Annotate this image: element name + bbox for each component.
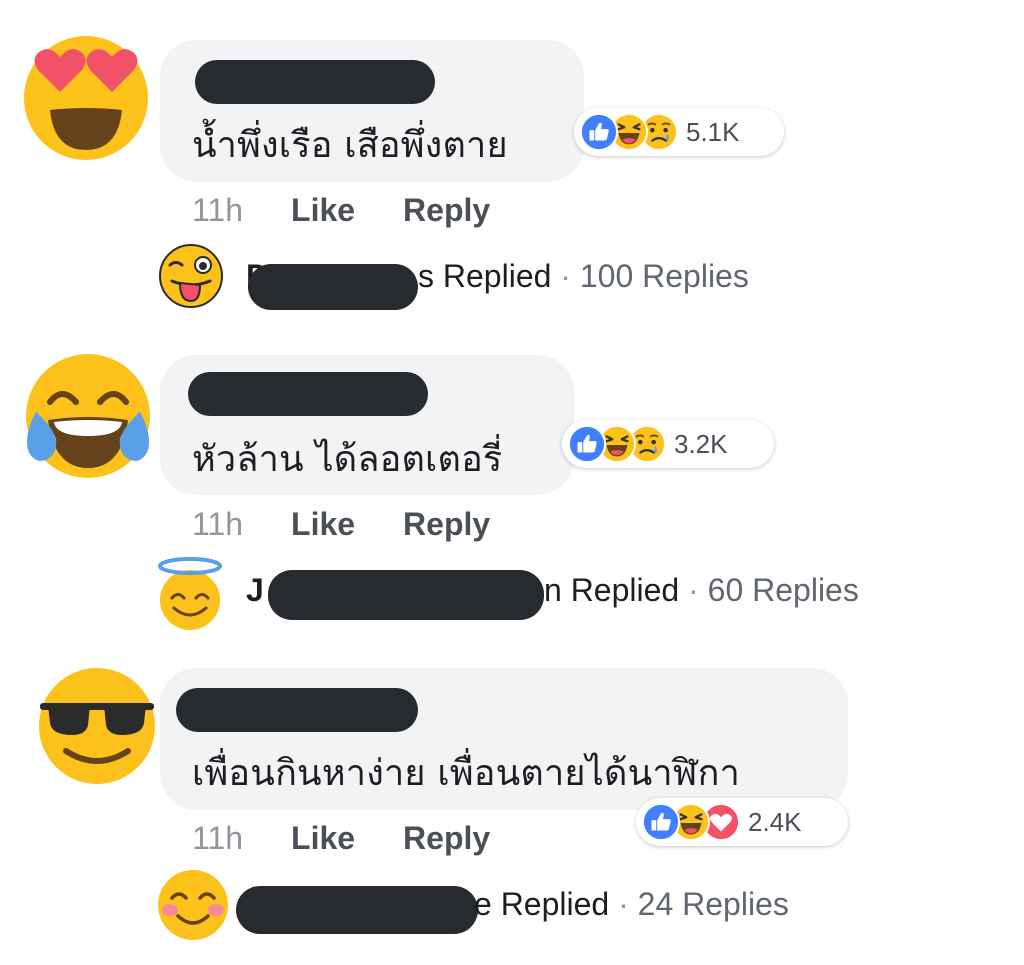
comment-actions: 11h Like Reply (192, 820, 538, 857)
like-reaction-icon (580, 113, 618, 151)
redacted-reply-author (236, 886, 478, 934)
reply-author-tail: s (418, 258, 434, 294)
comment-timestamp[interactable]: 11h (192, 192, 243, 228)
reaction-count: 2.4K (748, 806, 802, 837)
replies-summary[interactable]: e Replied · 24 Replies (236, 886, 856, 936)
reply-button[interactable]: Reply (403, 506, 490, 542)
like-button[interactable]: Like (291, 506, 355, 542)
redacted-author-name (176, 688, 418, 732)
replies-count-link[interactable]: 100 Replies (580, 258, 749, 294)
like-button[interactable]: Like (291, 192, 355, 228)
reaction-count: 5.1K (686, 116, 740, 147)
reply-author-initial: J (246, 572, 264, 608)
redacted-author-name (195, 60, 435, 104)
separator-dot: · (688, 572, 699, 608)
replied-text: n Replied · 60 Replies (544, 572, 859, 609)
reactions-summary[interactable]: 2.4K (636, 798, 848, 846)
tears-of-joy-emoji-icon[interactable] (22, 350, 154, 482)
separator-dot: · (560, 258, 571, 294)
comment-actions: 11h Like Reply (192, 506, 538, 543)
reaction-count: 3.2K (674, 428, 728, 459)
reactions-summary[interactable]: 5.1K (574, 108, 784, 156)
comment-actions: 11h Like Reply (192, 192, 538, 229)
replies-count-link[interactable]: 24 Replies (638, 886, 789, 922)
reactions-summary[interactable]: 3.2K (562, 420, 774, 468)
comment-text: หัวล้าน ได้ลอตเตอรี่ (192, 439, 503, 480)
comment-timestamp[interactable]: 11h (192, 820, 243, 856)
like-reaction-icon (642, 803, 680, 841)
comment-text: น้ำพึ่งเรือ เสือพึ่งตาย (192, 125, 508, 166)
halo-smile-emoji-icon[interactable] (152, 556, 228, 632)
heart-eyes-emoji-icon[interactable] (22, 34, 150, 162)
reply-author-tail: e (474, 886, 492, 922)
separator-dot: · (618, 886, 629, 922)
blushing-smile-emoji-icon[interactable] (156, 868, 230, 942)
redacted-author-name (188, 372, 428, 416)
replied-text: e Replied · 24 Replies (474, 886, 789, 923)
redacted-reply-author (268, 570, 544, 620)
replied-label: Replied (570, 572, 680, 608)
sunglasses-emoji-icon[interactable] (36, 665, 158, 787)
like-button[interactable]: Like (291, 820, 355, 856)
replied-label: Replied (500, 886, 610, 922)
replies-count-link[interactable]: 60 Replies (708, 572, 859, 608)
replies-summary[interactable]: J n Replied · 60 Replies (246, 570, 926, 622)
replied-label: Replied (442, 258, 552, 294)
like-reaction-icon (568, 425, 606, 463)
redacted-reply-author (248, 264, 418, 310)
replied-text: s Replied · 100 Replies (418, 258, 749, 295)
winking-tongue-emoji-icon[interactable] (158, 243, 224, 309)
replies-summary[interactable]: D s Replied · 100 Replies (246, 258, 806, 310)
comment-timestamp[interactable]: 11h (192, 506, 243, 542)
comment-text: เพื่อนกินหาง่าย เพื่อนตายได้นาฬิกา (192, 753, 741, 794)
reply-author-tail: n (544, 572, 562, 608)
reply-button[interactable]: Reply (403, 192, 490, 228)
reply-button[interactable]: Reply (403, 820, 490, 856)
